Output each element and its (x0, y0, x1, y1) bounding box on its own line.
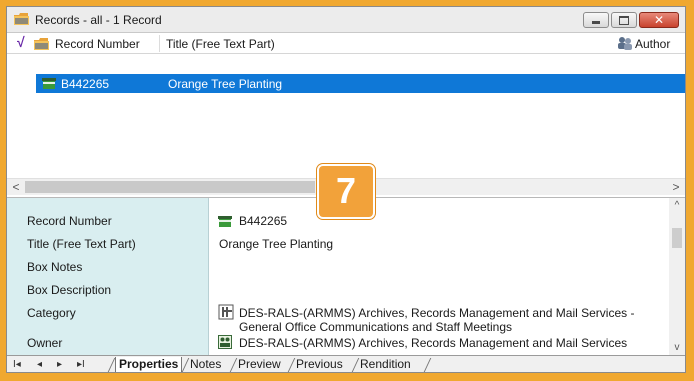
label-owner: Owner (27, 336, 63, 350)
location-icon (218, 335, 232, 349)
maximize-button[interactable] (611, 12, 637, 28)
scroll-thumb[interactable] (25, 181, 315, 193)
scroll-left-icon[interactable]: < (9, 179, 23, 195)
column-header: √ Record Number Title (Free Text Part) A… (7, 33, 685, 54)
row-title: Orange Tree Planting (168, 77, 283, 91)
label-box-description: Box Description (27, 283, 112, 297)
step-badge: 7 (317, 164, 375, 219)
records-window: Records - all - 1 Record ✕ √ Record Numb… (6, 6, 686, 373)
close-icon: ✕ (653, 13, 665, 27)
value-title[interactable]: Orange Tree Planting (219, 237, 333, 251)
title-bar[interactable]: Records - all - 1 Record ✕ (7, 7, 685, 33)
first-record-icon[interactable]: I◂ (13, 359, 21, 370)
window-title: Records - all - 1 Record (35, 13, 162, 27)
tab-preview[interactable]: Preview (235, 357, 284, 371)
tab-divider (423, 358, 432, 372)
tabs-bar: I◂ ◂ ▸ ▸I Properties Notes Preview Previ… (7, 355, 685, 372)
maximize-icon (619, 15, 629, 25)
scroll-thumb[interactable] (672, 228, 682, 248)
label-box-notes: Box Notes (27, 260, 83, 274)
minimize-icon (592, 21, 600, 24)
vertical-scrollbar[interactable]: ^ v (669, 198, 685, 355)
value-owner[interactable]: DES-RALS-(ARMMS) Archives, Records Manag… (239, 336, 627, 350)
minimize-button[interactable] (583, 12, 609, 28)
table-row[interactable]: B442265 Orange Tree Planting (36, 74, 685, 93)
properties-pane: Record Number Title (Free Text Part) Box… (7, 197, 685, 355)
column-author[interactable]: Author (635, 37, 670, 51)
tab-properties[interactable]: Properties (115, 357, 183, 372)
folder-icon (34, 38, 49, 50)
value-record-number[interactable]: B442265 (239, 214, 287, 228)
tab-notes[interactable]: Notes (187, 357, 224, 371)
column-title[interactable]: Title (Free Text Part) (166, 37, 275, 51)
next-record-icon[interactable]: ▸ (57, 359, 62, 370)
row-record-number: B442265 (61, 77, 110, 91)
column-divider[interactable] (159, 35, 160, 52)
folder-icon (14, 13, 29, 25)
column-record-number[interactable]: Record Number (55, 37, 140, 51)
scroll-down-icon[interactable]: v (669, 342, 685, 353)
value-category-line1[interactable]: DES-RALS-(ARMMS) Archives, Records Manag… (239, 306, 634, 320)
check-icon[interactable]: √ (17, 34, 25, 50)
close-button[interactable]: ✕ (639, 12, 679, 28)
tab-rendition[interactable]: Rendition (357, 357, 414, 371)
value-category-line2[interactable]: General Office Communications and Staff … (239, 320, 512, 334)
record-container-icon (218, 216, 232, 227)
scroll-right-icon[interactable]: > (669, 179, 683, 195)
label-category: Category (27, 306, 76, 320)
scroll-up-icon[interactable]: ^ (669, 200, 685, 211)
category-icon (218, 304, 234, 320)
tab-previous[interactable]: Previous (293, 357, 346, 371)
previous-record-icon[interactable]: ◂ (37, 359, 42, 370)
last-record-icon[interactable]: ▸I (77, 359, 85, 370)
label-title: Title (Free Text Part) (27, 237, 136, 251)
label-record-number: Record Number (27, 214, 112, 228)
people-icon (618, 37, 632, 50)
record-container-icon (42, 78, 56, 89)
records-list[interactable]: B442265 Orange Tree Planting (7, 54, 685, 178)
